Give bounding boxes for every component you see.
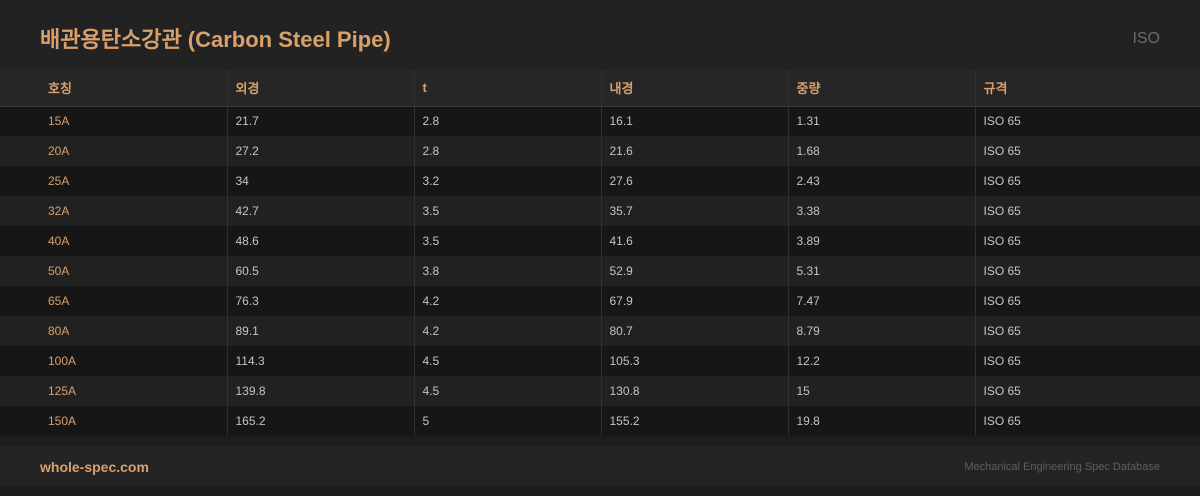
table-row: 100A 114.3 4.5 105.3 12.2 ISO 65 — [0, 346, 1200, 376]
page-footer: whole-spec.com Mechanical Engineering Sp… — [0, 446, 1200, 486]
cell-weight: 3.89 — [787, 226, 975, 256]
table-row: 65A 76.3 4.2 67.9 7.47 ISO 65 — [0, 286, 1200, 316]
cell-nominal-size: 65A — [0, 286, 227, 316]
cell-inner-diameter: 67.9 — [600, 286, 788, 316]
cell-weight: 19.8 — [787, 406, 975, 436]
cell-inner-diameter: 105.3 — [600, 346, 788, 376]
cell-thickness: 4.5 — [413, 346, 601, 376]
cell-thickness: 4.5 — [413, 376, 601, 406]
table-row: 25A 34 3.2 27.6 2.43 ISO 65 — [0, 166, 1200, 196]
cell-thickness: 5 — [413, 406, 601, 436]
cell-thickness: 3.5 — [413, 196, 601, 226]
cell-standard: ISO 65 — [974, 196, 1200, 226]
cell-weight: 15 — [787, 376, 975, 406]
standard-tag: ISO — [1132, 30, 1160, 47]
cell-outer-diameter: 27.2 — [226, 136, 414, 166]
table-row: 80A 89.1 4.2 80.7 8.79 ISO 65 — [0, 316, 1200, 346]
cell-outer-diameter: 42.7 — [226, 196, 414, 226]
cell-inner-diameter: 80.7 — [600, 316, 788, 346]
column-header-thickness: t — [413, 70, 601, 107]
cell-thickness: 3.8 — [413, 256, 601, 286]
page-header: 배관용탄소강관 (Carbon Steel Pipe) ISO — [0, 0, 1200, 70]
page-title: 배관용탄소강관 (Carbon Steel Pipe) — [40, 27, 391, 52]
cell-nominal-size: 15A — [0, 106, 227, 136]
cell-standard: ISO 65 — [974, 136, 1200, 166]
cell-weight: 5.31 — [787, 256, 975, 286]
cell-inner-diameter: 21.6 — [600, 136, 788, 166]
column-header-weight: 중량 — [787, 70, 975, 107]
cell-outer-diameter: 60.5 — [226, 256, 414, 286]
spec-table: 호칭 외경 t 내경 중량 규격 15A 21.7 2.8 16.1 1.31 ISO 6… — [0, 70, 1200, 436]
cell-nominal-size: 20A — [0, 136, 227, 166]
cell-outer-diameter: 114.3 — [226, 346, 414, 376]
cell-thickness: 3.5 — [413, 226, 601, 256]
cell-weight: 2.43 — [787, 166, 975, 196]
cell-thickness: 4.2 — [413, 316, 601, 346]
table-body: 15A 21.7 2.8 16.1 1.31 ISO 65 20A 27.2 2.8 21.6 1.… — [0, 106, 1200, 436]
cell-outer-diameter: 48.6 — [226, 226, 414, 256]
cell-outer-diameter: 89.1 — [226, 316, 414, 346]
cell-outer-diameter: 139.8 — [226, 376, 414, 406]
cell-inner-diameter: 35.7 — [600, 196, 788, 226]
cell-inner-diameter: 155.2 — [600, 406, 788, 436]
cell-weight: 7.47 — [787, 286, 975, 316]
table-row: 32A 42.7 3.5 35.7 3.38 ISO 65 — [0, 196, 1200, 226]
table-row: 50A 60.5 3.8 52.9 5.31 ISO 65 — [0, 256, 1200, 286]
cell-standard: ISO 65 — [974, 316, 1200, 346]
cell-nominal-size: 100A — [0, 346, 227, 376]
cell-inner-diameter: 27.6 — [600, 166, 788, 196]
cell-weight: 1.31 — [787, 106, 975, 136]
cell-standard: ISO 65 — [974, 106, 1200, 136]
cell-nominal-size: 32A — [0, 196, 227, 226]
cell-standard: ISO 65 — [974, 226, 1200, 256]
cell-outer-diameter: 76.3 — [226, 286, 414, 316]
cell-nominal-size: 80A — [0, 316, 227, 346]
cell-weight: 1.68 — [787, 136, 975, 166]
cell-standard: ISO 65 — [974, 166, 1200, 196]
page: 배관용탄소강관 (Carbon Steel Pipe) ISO 호칭 외경 t … — [0, 0, 1200, 496]
cell-thickness: 2.8 — [413, 106, 601, 136]
cell-thickness: 2.8 — [413, 136, 601, 166]
table-header: 호칭 외경 t 내경 중량 규격 — [0, 70, 1200, 107]
cell-inner-diameter: 16.1 — [600, 106, 788, 136]
cell-inner-diameter: 52.9 — [600, 256, 788, 286]
table-row: 40A 48.6 3.5 41.6 3.89 ISO 65 — [0, 226, 1200, 256]
cell-nominal-size: 40A — [0, 226, 227, 256]
cell-nominal-size: 125A — [0, 376, 227, 406]
table-row: 125A 139.8 4.5 130.8 15 ISO 65 — [0, 376, 1200, 406]
cell-standard: ISO 65 — [974, 286, 1200, 316]
table-row: 150A 165.2 5 155.2 19.8 ISO 65 — [0, 406, 1200, 436]
cell-standard: ISO 65 — [974, 406, 1200, 436]
table-row: 20A 27.2 2.8 21.6 1.68 ISO 65 — [0, 136, 1200, 166]
cell-outer-diameter: 165.2 — [226, 406, 414, 436]
column-header-standard: 규격 — [974, 70, 1200, 107]
cell-standard: ISO 65 — [974, 346, 1200, 376]
column-header-outer-diameter: 외경 — [226, 70, 414, 107]
cell-inner-diameter: 130.8 — [600, 376, 788, 406]
cell-standard: ISO 65 — [974, 256, 1200, 286]
column-header-nominal-size: 호칭 — [0, 70, 227, 107]
footer-note: Mechanical Engineering Spec Database — [964, 461, 1160, 473]
cell-outer-diameter: 21.7 — [226, 106, 414, 136]
header-row: 호칭 외경 t 내경 중량 규격 — [0, 70, 1200, 107]
cell-nominal-size: 25A — [0, 166, 227, 196]
site-name: whole-spec.com — [40, 459, 149, 475]
cell-standard: ISO 65 — [974, 376, 1200, 406]
cell-outer-diameter: 34 — [226, 166, 414, 196]
column-header-inner-diameter: 내경 — [600, 70, 788, 107]
cell-thickness: 3.2 — [413, 166, 601, 196]
cell-nominal-size: 150A — [0, 406, 227, 436]
cell-thickness: 4.2 — [413, 286, 601, 316]
cell-weight: 12.2 — [787, 346, 975, 376]
cell-nominal-size: 50A — [0, 256, 227, 286]
table-row: 15A 21.7 2.8 16.1 1.31 ISO 65 — [0, 106, 1200, 136]
cell-weight: 8.79 — [787, 316, 975, 346]
cell-inner-diameter: 41.6 — [600, 226, 788, 256]
cell-weight: 3.38 — [787, 196, 975, 226]
